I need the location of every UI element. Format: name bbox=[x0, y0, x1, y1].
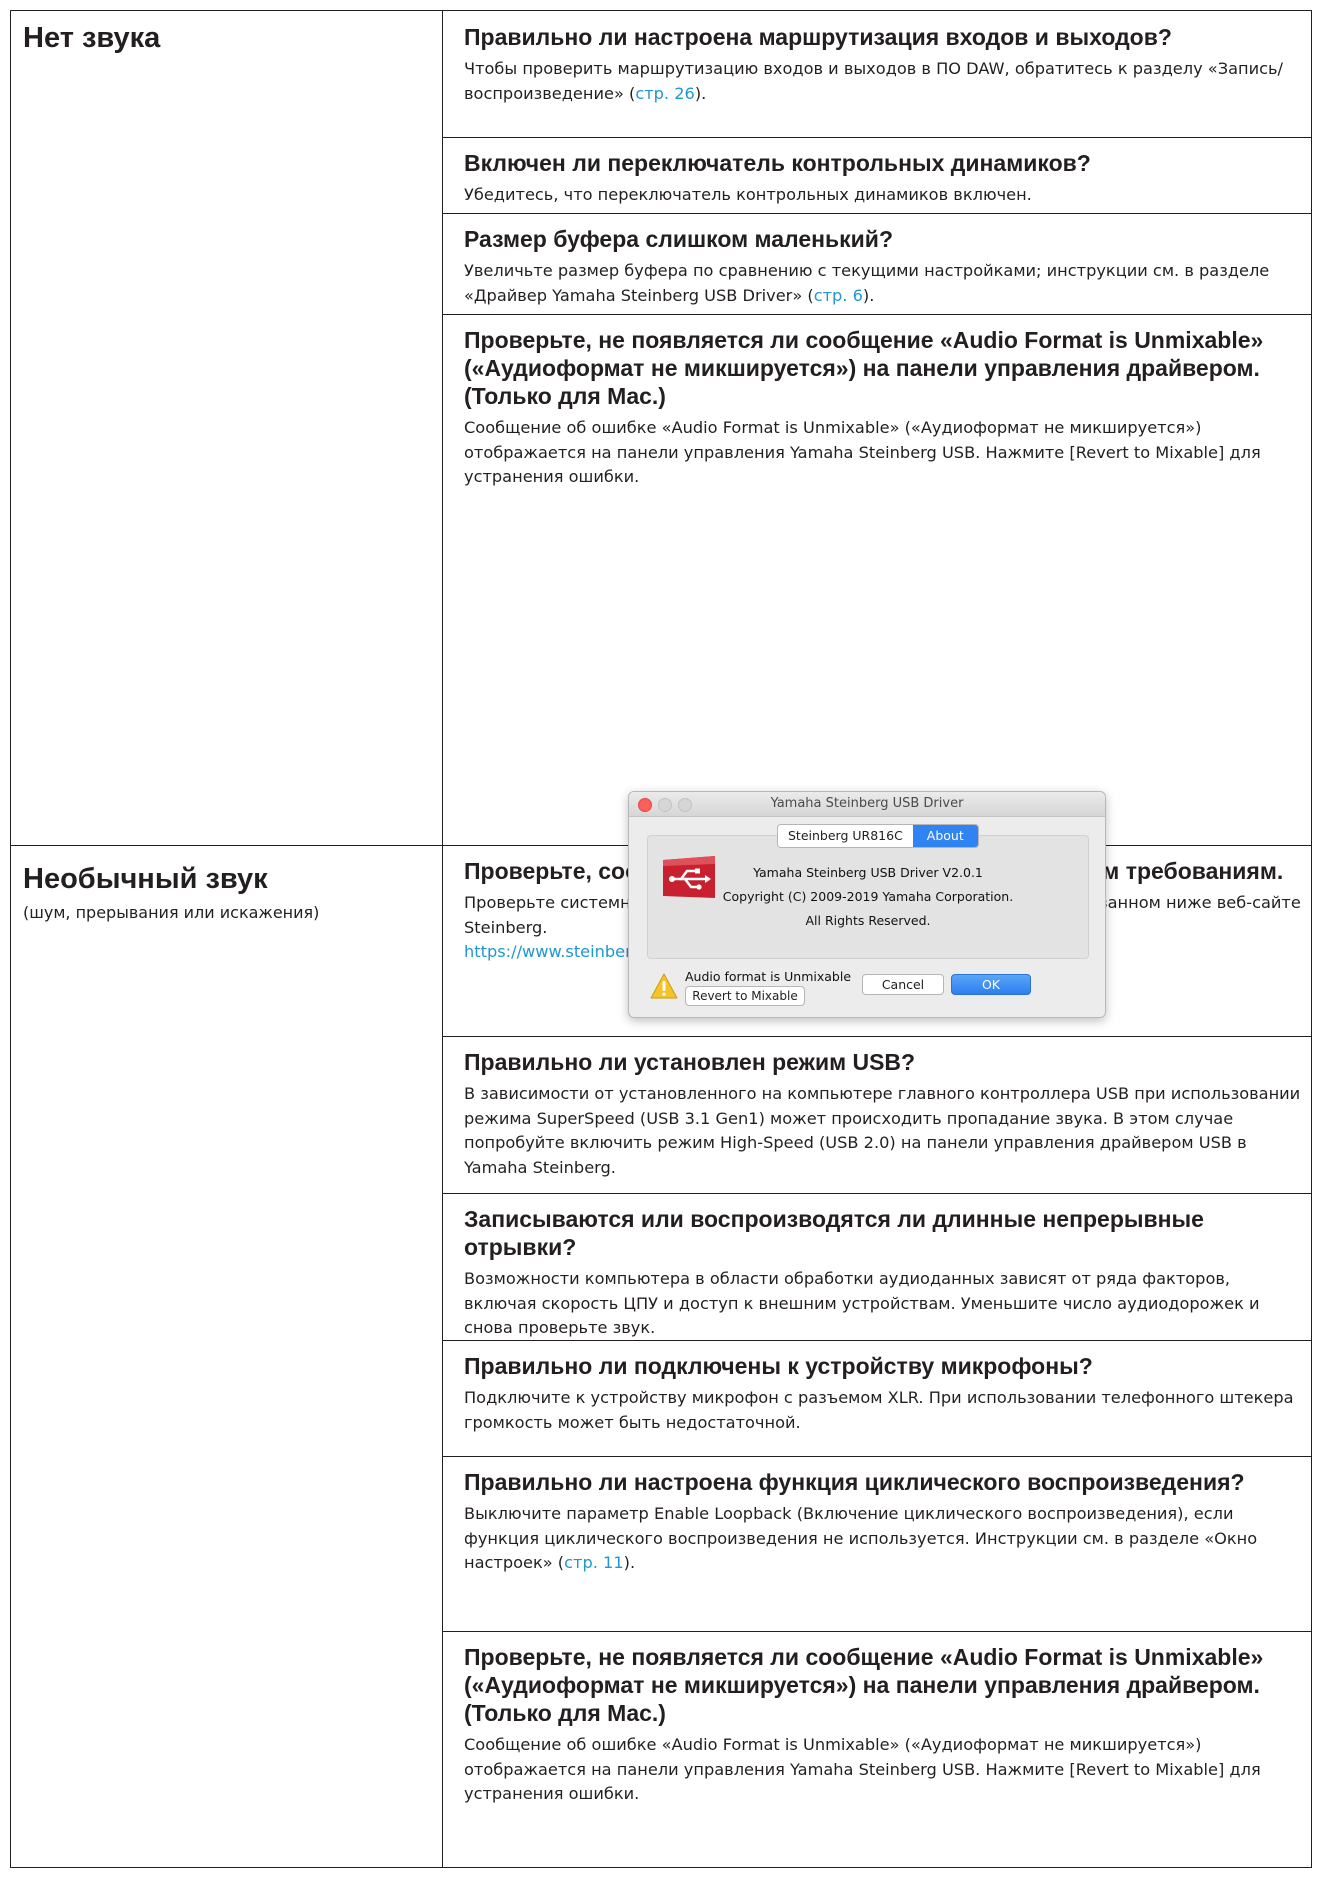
column-divider bbox=[442, 11, 443, 1867]
row-divider bbox=[443, 137, 1311, 138]
question-title: Проверьте, не появляется ли сообщение «A… bbox=[464, 1644, 1264, 1726]
answer-text: В зависимости от установленного на компь… bbox=[464, 1084, 1301, 1177]
question-title: Размер буфера слишком маленький? bbox=[464, 226, 893, 252]
answer-text: Чтобы проверить маршрутизацию входов и в… bbox=[464, 59, 1283, 103]
row-divider bbox=[443, 1631, 1311, 1632]
page-link[interactable]: стр. 26 bbox=[635, 84, 695, 103]
answer-text: Подключите к устройству микрофон с разъе… bbox=[464, 1388, 1294, 1432]
section-title-no-sound: Нет звука bbox=[23, 22, 161, 54]
item-unmixable-mac-2: Проверьте, не появляется ли сообщение «A… bbox=[464, 1643, 1304, 1807]
dialog-title: Yamaha Steinberg USB Driver bbox=[770, 796, 964, 811]
warning-message: Audio format is Unmixable bbox=[685, 969, 852, 984]
dialog-tabs: Steinberg UR816C About bbox=[777, 824, 979, 848]
tab-about[interactable]: About bbox=[912, 825, 978, 847]
item-monitor-switch: Включен ли переключатель контрольных дин… bbox=[464, 149, 1304, 208]
section-subtitle-unusual-sound: (шум, прерывания или искажения) bbox=[23, 903, 320, 922]
item-loopback: Правильно ли настроена функция циклическ… bbox=[464, 1468, 1304, 1576]
answer-text: Увеличьте размер буфера по сравнению с т… bbox=[464, 261, 1270, 305]
usb-logo-icon bbox=[663, 856, 715, 898]
item-long-recording: Записываются или воспроизводятся ли длин… bbox=[464, 1205, 1304, 1341]
item-usb-mode: Правильно ли установлен режим USB? В зав… bbox=[464, 1048, 1304, 1180]
answer-text: Убедитесь, что переключатель контрольных… bbox=[464, 185, 1032, 204]
row-divider bbox=[443, 213, 1311, 214]
driver-dialog: Yamaha Steinberg USB Driver Yamaha Stein… bbox=[628, 791, 1106, 1018]
ok-button[interactable]: OK bbox=[951, 974, 1031, 995]
item-microphones: Правильно ли подключены к устройству мик… bbox=[464, 1352, 1304, 1435]
item-buffer-size: Размер буфера слишком маленький? Увеличь… bbox=[464, 225, 1304, 308]
warning-icon bbox=[650, 973, 678, 999]
row-divider bbox=[443, 314, 1311, 315]
question-title: Включен ли переключатель контрольных дин… bbox=[464, 150, 1091, 176]
answer-text: Сообщение об ошибке «Audio Format is Unm… bbox=[464, 1735, 1261, 1803]
rights-text: All Rights Reserved. bbox=[805, 913, 931, 928]
cancel-button[interactable]: Cancel bbox=[862, 974, 944, 995]
page-link[interactable]: стр. 6 bbox=[814, 286, 863, 305]
question-title: Правильно ли подключены к устройству мик… bbox=[464, 1353, 1093, 1379]
tab-device[interactable]: Steinberg UR816C bbox=[778, 825, 913, 847]
row-divider bbox=[443, 1456, 1311, 1457]
item-unmixable-mac: Проверьте, не появляется ли сообщение «A… bbox=[464, 326, 1304, 490]
dialog-titlebar: Yamaha Steinberg USB Driver bbox=[629, 792, 1105, 817]
row-divider bbox=[443, 1036, 1311, 1037]
revert-to-mixable-button[interactable]: Revert to Mixable bbox=[685, 986, 805, 1006]
question-title: Правильно ли установлен режим USB? bbox=[464, 1049, 916, 1075]
question-title: Проверьте, не появляется ли сообщение «A… bbox=[464, 327, 1264, 409]
question-title: Правильно ли настроена маршрутизация вхо… bbox=[464, 24, 1172, 50]
row-divider bbox=[443, 1193, 1311, 1194]
answer-text: Возможности компьютера в области обработ… bbox=[464, 1269, 1260, 1337]
answer-text: Сообщение об ошибке «Audio Format is Unm… bbox=[464, 418, 1261, 486]
item-io-routing: Правильно ли настроена маршрутизация вхо… bbox=[464, 23, 1304, 106]
page-link[interactable]: стр. 11 bbox=[564, 1553, 624, 1572]
question-title: Правильно ли настроена функция циклическ… bbox=[464, 1469, 1245, 1495]
question-title: Записываются или воспроизводятся ли длин… bbox=[464, 1206, 1204, 1260]
section-title-unusual-sound: Необычный звук bbox=[23, 863, 268, 895]
answer-text: Выключите параметр Enable Loopback (Вклю… bbox=[464, 1504, 1258, 1572]
